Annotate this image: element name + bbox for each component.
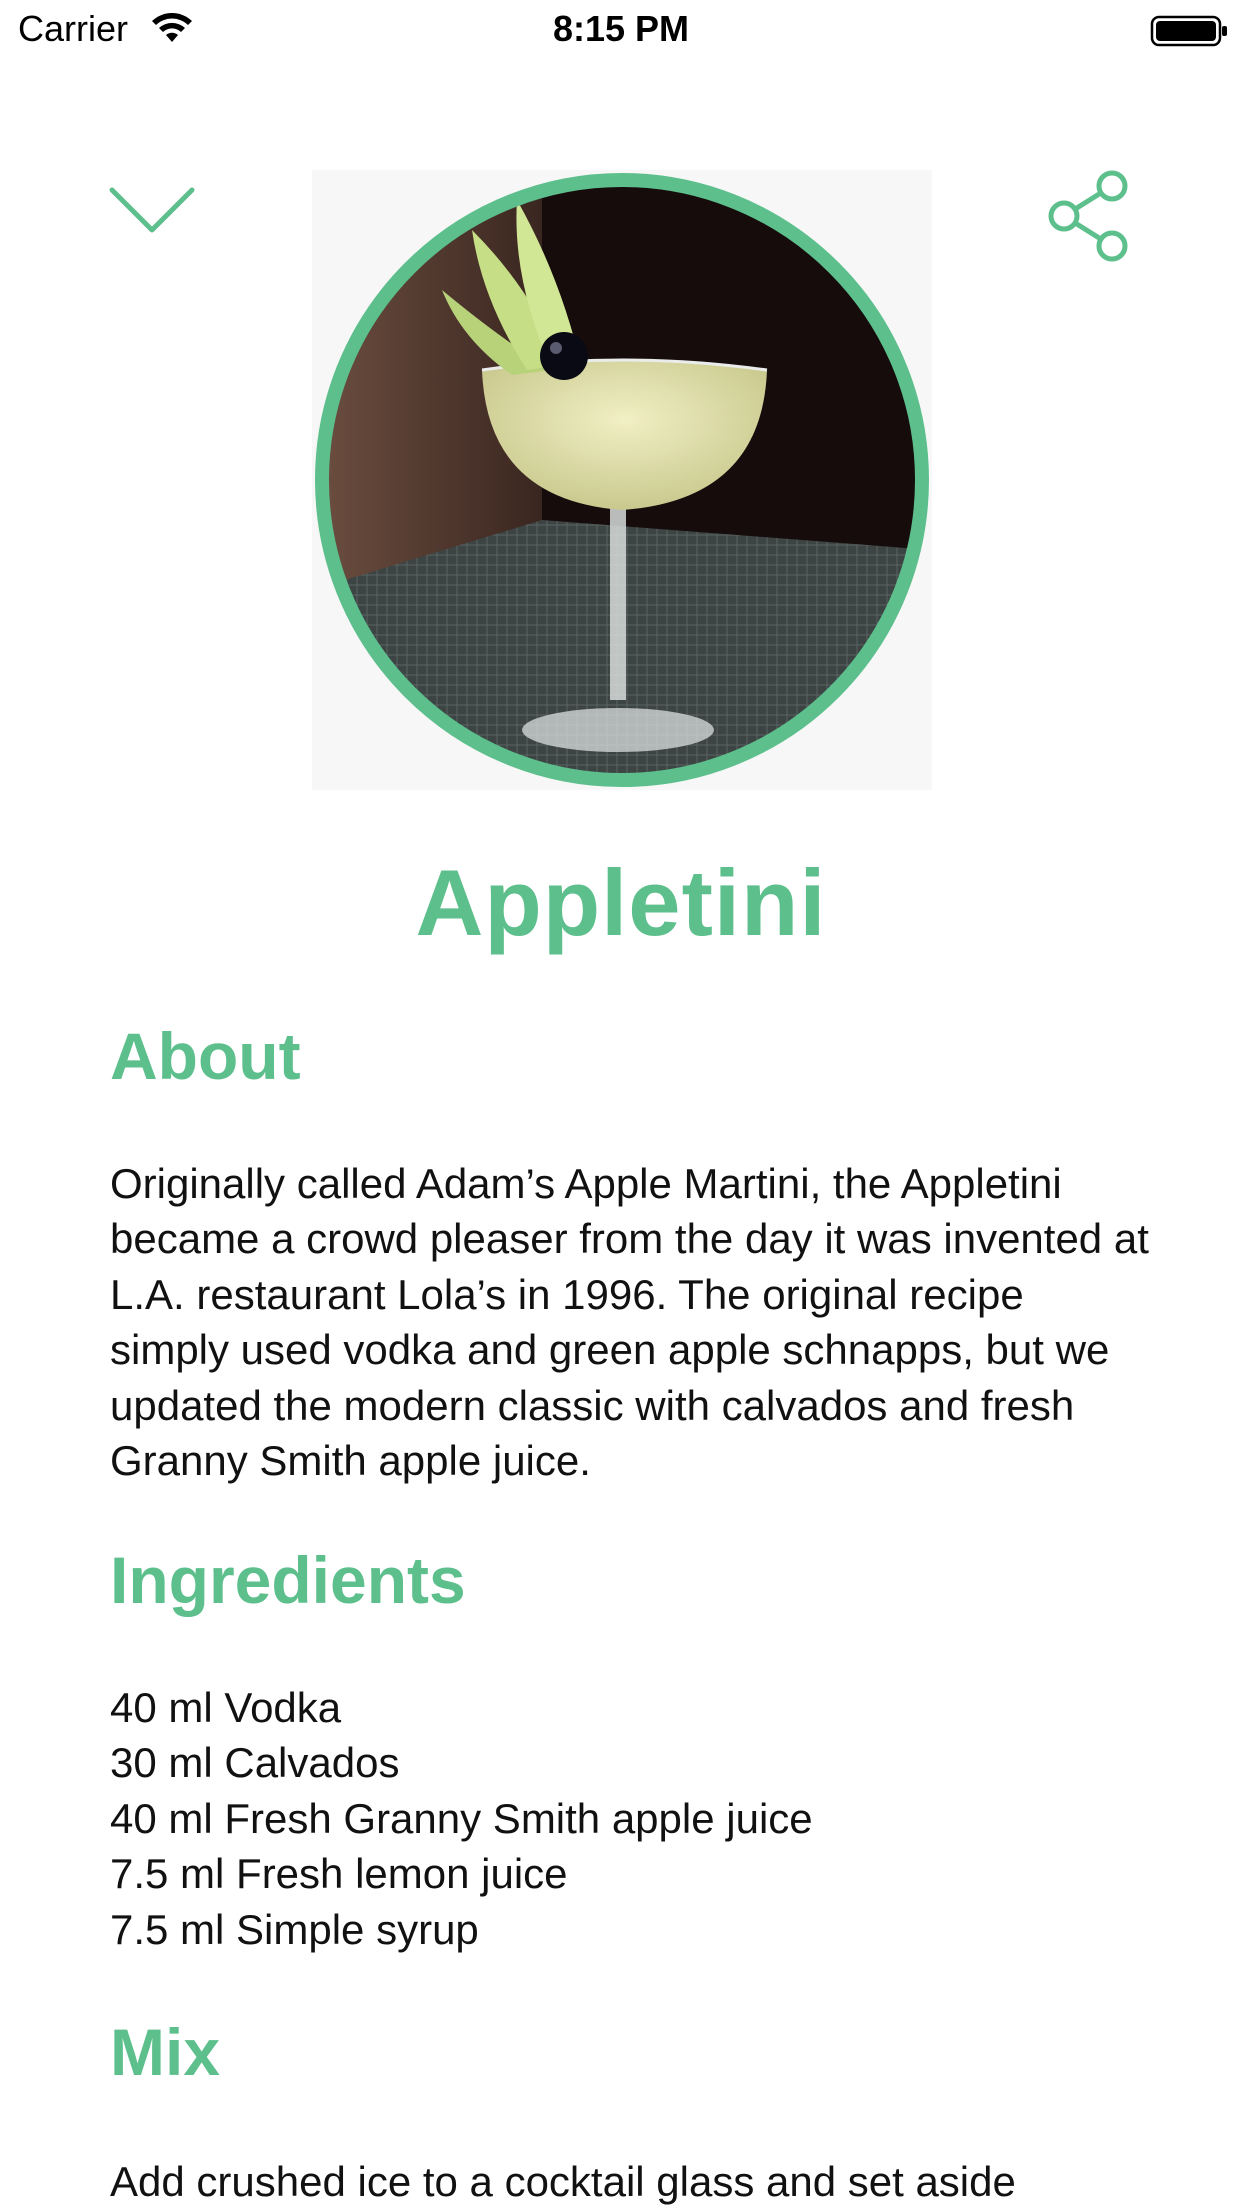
mix-text: Add crushed ice to a cocktail glass and … <box>110 2158 1016 2205</box>
battery-icon <box>1150 15 1227 47</box>
ingredient-item: 40 ml Fresh Granny Smith apple juice <box>110 1794 813 1842</box>
about-heading: About <box>110 1019 301 1093</box>
clock-label: 8:15 PM <box>552 8 690 49</box>
dismiss-button[interactable] <box>108 184 196 240</box>
ingredient-item: 40 ml Vodka <box>110 1684 342 1731</box>
recipe-detail-screen: Carrier 8:15 PM Appletini About Original… <box>0 0 1242 2208</box>
share-button[interactable] <box>1040 166 1136 266</box>
share-icon <box>1048 170 1128 262</box>
recipe-title: Appletini <box>415 850 827 955</box>
ingredient-item: 7.5 ml Simple syrup <box>110 1905 479 1953</box>
ingredient-list: 40 ml Vodka 30 ml Calvados 40 ml Fresh G… <box>110 1680 813 1957</box>
ingredients-heading: Ingredients <box>110 1543 466 1617</box>
ingredient-item: 7.5 ml Fresh lemon juice <box>110 1850 568 1898</box>
mix-heading: Mix <box>110 2015 221 2089</box>
ingredient-item: 30 ml Calvados <box>110 1739 400 1787</box>
about-text: Originally called Adam’s Apple Martini, … <box>110 1160 1149 1485</box>
status-bar: Carrier 8:15 PM <box>0 0 1242 60</box>
cocktail-photo <box>312 170 932 790</box>
chevron-down-icon <box>109 187 195 233</box>
